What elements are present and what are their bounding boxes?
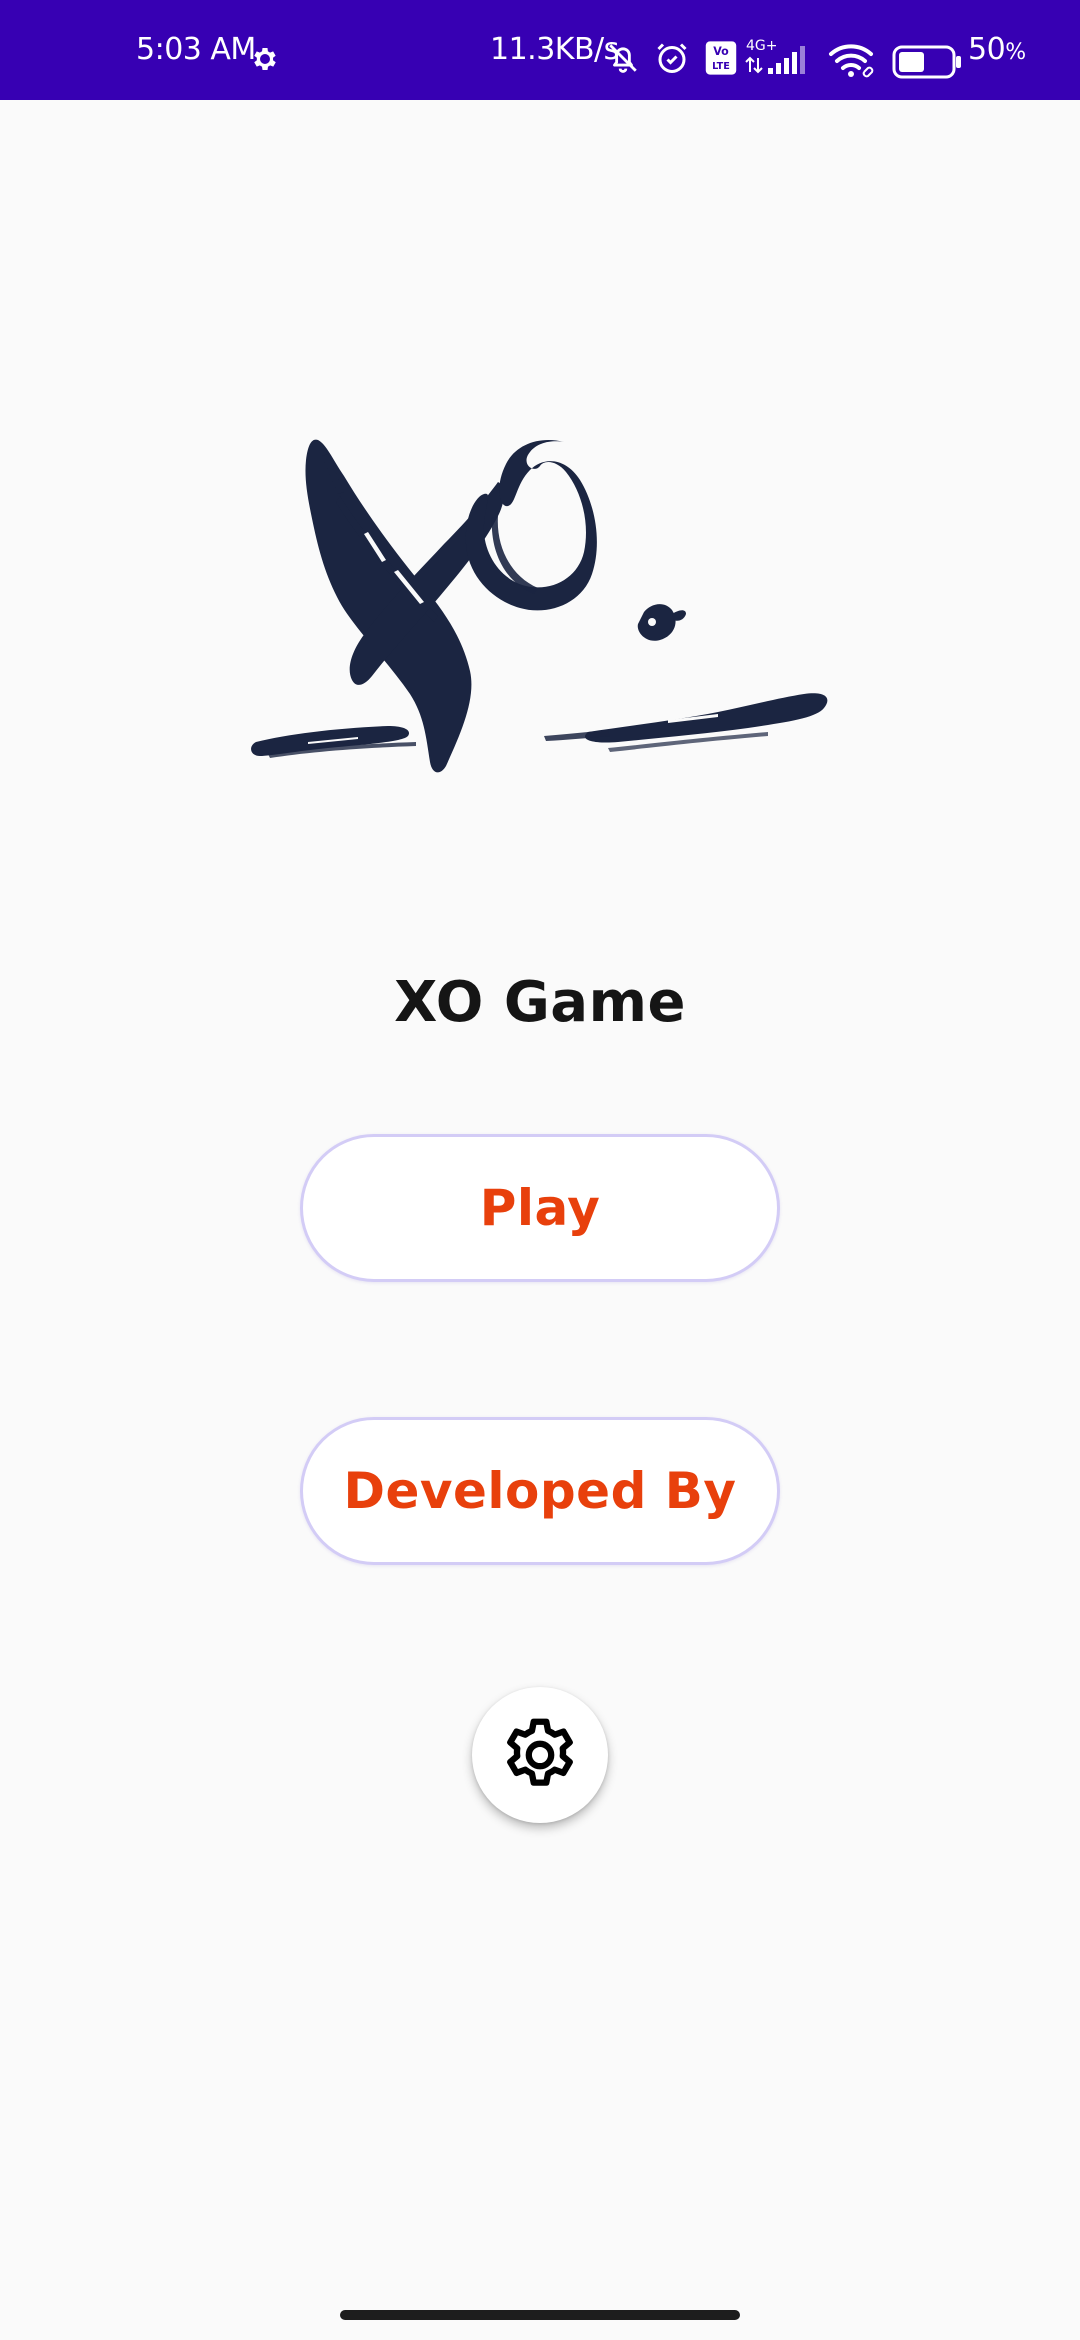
- wifi-icon: [829, 44, 874, 78]
- svg-text:Vo: Vo: [713, 45, 729, 58]
- network-type-label: 4G+: [746, 38, 778, 54]
- status-gear-icon: [254, 48, 276, 70]
- status-time: 5:03 AM: [136, 32, 256, 67]
- play-button-label: Play: [479, 1179, 601, 1237]
- settings-button[interactable]: [472, 1687, 608, 1823]
- alarm-icon: [657, 43, 687, 73]
- battery-percent: 50%: [968, 32, 1026, 67]
- svg-text:LTE: LTE: [712, 61, 730, 72]
- signal-icon: 4G+: [745, 38, 805, 74]
- developed-by-button-label: Developed By: [343, 1462, 737, 1520]
- home-indicator[interactable]: [340, 2310, 740, 2320]
- xo-logo: [251, 439, 828, 773]
- page-title: XO Game: [394, 970, 686, 1035]
- mute-icon: [609, 44, 637, 73]
- status-network-speed: 11.3KB/s: [490, 32, 619, 67]
- battery-icon: [892, 45, 961, 79]
- gear-icon: [507, 1718, 573, 1786]
- play-button[interactable]: Play: [300, 1134, 780, 1282]
- developed-by-button[interactable]: Developed By: [300, 1417, 780, 1565]
- volte-icon: Vo LTE: [705, 41, 737, 75]
- status-bar: 5:03 AM 11.3KB/s Vo LTE 4G+ 50%: [0, 0, 1080, 100]
